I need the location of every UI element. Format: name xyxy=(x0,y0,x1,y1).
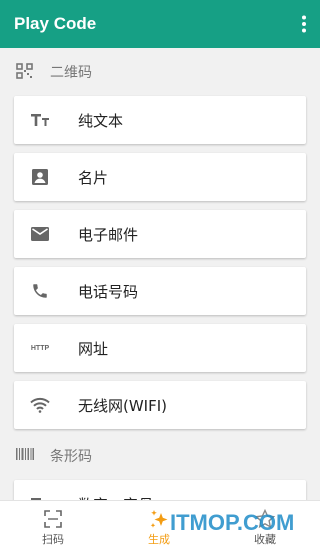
watermark-logo: ITMOP.COM xyxy=(170,510,295,535)
item-label: 电子邮件 xyxy=(78,226,139,244)
http-icon: HTTP xyxy=(28,338,52,358)
section-header-barcode: 条形码 xyxy=(0,440,320,470)
tab-label: 扫码 xyxy=(42,533,64,546)
scan-icon xyxy=(43,509,63,529)
email-icon xyxy=(28,224,52,244)
item-label: 电话号码 xyxy=(78,283,139,301)
overflow-menu-icon[interactable] xyxy=(300,15,308,33)
tab-scan[interactable]: 扫码 xyxy=(0,501,106,552)
app-title: Play Code xyxy=(14,14,97,33)
sparkle-icon xyxy=(149,509,169,529)
contact-card-icon xyxy=(28,167,52,187)
item-label: 网址 xyxy=(78,340,109,358)
barcode-icon xyxy=(16,447,34,463)
item-label: 名片 xyxy=(78,169,109,187)
qr-item-business-card[interactable]: 名片 xyxy=(14,153,306,201)
qr-item-phone[interactable]: 电话号码 xyxy=(14,267,306,315)
item-label: 无线网(WIFI) xyxy=(78,397,168,415)
app-bar: Play Code xyxy=(0,0,320,48)
qrcode-icon xyxy=(16,63,34,79)
section-header-qrcode: 二维码 xyxy=(0,56,320,86)
section-label: 条形码 xyxy=(50,449,92,465)
wifi-icon xyxy=(28,395,52,415)
qr-item-url[interactable]: HTTP 网址 xyxy=(14,324,306,372)
qr-item-plain-text[interactable]: 纯文本 xyxy=(14,96,306,144)
qr-item-email[interactable]: 电子邮件 xyxy=(14,210,306,258)
section-label: 二维码 xyxy=(50,65,92,81)
phone-icon xyxy=(28,281,52,301)
http-icon-text: HTTP xyxy=(30,344,50,352)
item-label: 纯文本 xyxy=(78,112,124,130)
text-icon xyxy=(28,110,52,130)
qr-item-wifi[interactable]: 无线网(WIFI) xyxy=(14,381,306,429)
